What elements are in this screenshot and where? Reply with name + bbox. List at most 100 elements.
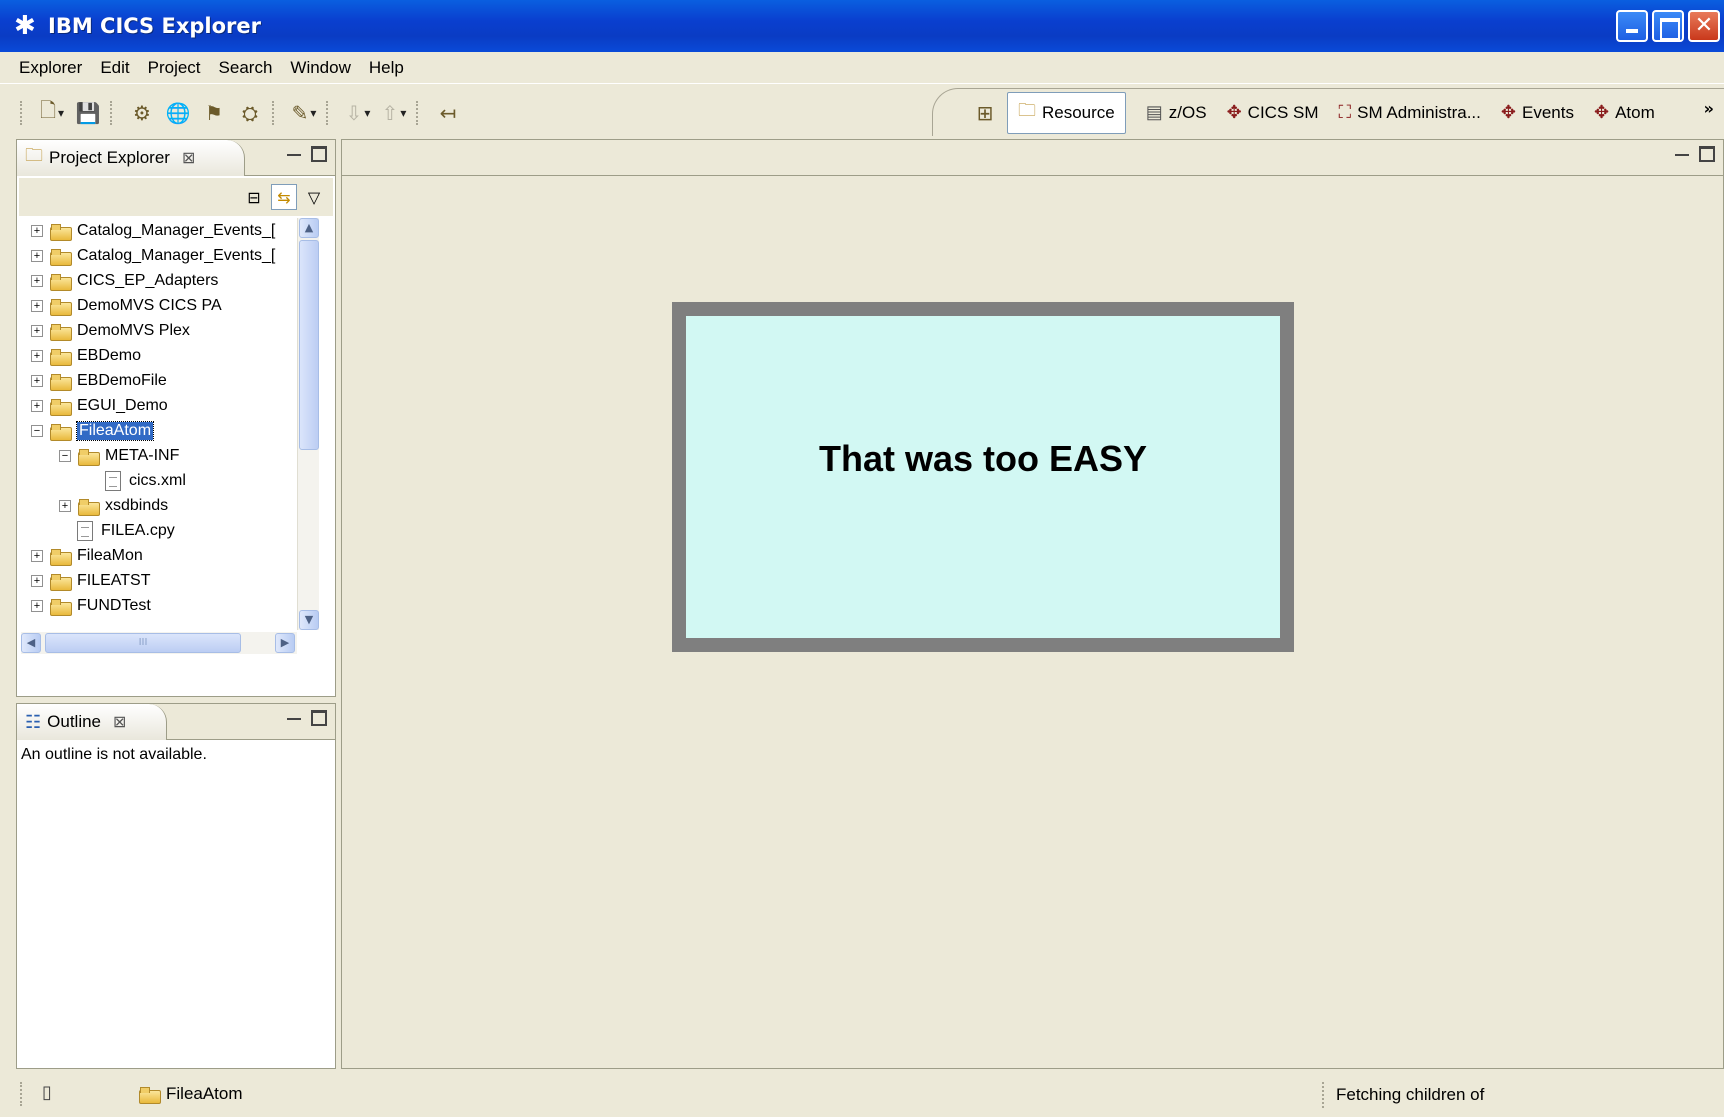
save-icon[interactable]: 💾 [74,99,102,127]
tree-item-label: DemoMVS Plex [77,321,190,339]
expand-icon[interactable]: + [31,249,43,262]
expand-icon[interactable]: + [31,374,43,387]
collapse-all-icon[interactable]: ⊟ [241,184,267,210]
close-icon[interactable]: ⊠ [182,148,195,168]
tree-folder-item[interactable]: + CICS_EP_Adapters [21,268,297,293]
editor-header [342,140,1723,176]
minimize-editor-icon[interactable] [1675,148,1689,156]
expand-icon[interactable]: + [31,599,43,612]
maximize-view-icon[interactable] [311,710,327,726]
perspective-zos[interactable]: ▤ z/OS [1146,102,1207,123]
menu-explorer[interactable]: Explorer [10,58,91,78]
expand-icon[interactable]: + [31,224,43,237]
last-edit-icon[interactable]: ↤ [434,99,462,127]
deploy-icon[interactable]: ⚑ [200,99,228,127]
menu-project[interactable]: Project [139,58,210,78]
toolbar-grip [272,101,276,125]
tab-project-explorer[interactable]: 🗀 Project Explorer ⊠ [17,140,245,176]
events-perspective-icon: ✥ [1500,102,1516,122]
perspective-label: z/OS [1168,102,1207,122]
perspective-atom[interactable]: ✥ Atom [1594,102,1655,123]
bundle-icon[interactable]: ⛭ [236,99,264,127]
perspective-switcher: ⊞ 🗀 Resource ▤ z/OS ✥ CICS SM ⛶ SM Admin… [932,88,1724,136]
tree-folder-item[interactable]: + FileaMon [21,543,297,568]
folder-icon [49,547,72,566]
menu-search[interactable]: Search [210,58,282,78]
status-bar: ▯ FileaAtom Fetching children of [0,1072,1724,1117]
expand-icon[interactable]: + [31,399,43,412]
link-with-editor-icon[interactable]: ⇆ [271,184,297,210]
tree-file-item[interactable]: FILEA.cpy [21,518,297,543]
globe-icon[interactable]: 🌐 [164,99,192,127]
minimize-button[interactable] [1616,10,1648,42]
tab-outline[interactable]: ☷ Outline ⊠ [17,704,167,740]
expand-icon[interactable]: + [31,349,43,362]
tree-folder-item[interactable]: − FileaAtom [21,418,297,443]
connection-icon[interactable]: ⚙ [128,99,156,127]
expand-icon[interactable]: + [31,299,43,312]
menu-bar: Explorer Edit Project Search Window Help [0,52,1724,84]
menu-edit[interactable]: Edit [91,58,138,78]
maximize-editor-icon[interactable] [1699,146,1715,162]
minimize-view-icon[interactable] [287,712,301,720]
tree-item-label: EGUI_Demo [77,396,168,414]
scroll-right-button[interactable]: ▶ [275,633,295,653]
tree-folder-item[interactable]: + EGUI_Demo [21,393,297,418]
tree-folder-item[interactable]: + EBDemoFile [21,368,297,393]
menu-window[interactable]: Window [281,58,359,78]
file-icon [77,520,93,541]
folder-icon [49,572,72,591]
tree-folder-item[interactable]: + DemoMVS Plex [21,318,297,343]
toolbar-grip [326,101,330,125]
folder-icon [49,597,72,616]
collapse-icon[interactable]: − [59,449,71,462]
close-icon[interactable]: ⊠ [113,712,126,732]
menu-help[interactable]: Help [360,58,413,78]
close-button[interactable]: ✕ [1688,10,1720,42]
scroll-down-button[interactable]: ▼ [299,610,319,630]
tree-folder-item[interactable]: + EBDemo [21,343,297,368]
horizontal-scrollbar[interactable]: ◀ III ▶ [21,632,297,654]
expand-icon[interactable]: + [31,574,43,587]
tree-folder-item[interactable]: − META-INF [21,443,297,468]
editor-area: That was too EASY [341,139,1724,1069]
scroll-left-button[interactable]: ◀ [21,633,41,653]
more-perspectives-icon[interactable]: » [1704,99,1714,118]
view-menu-icon[interactable]: ▽ [301,184,327,210]
vertical-scrollbar[interactable]: ▲ ▼ [297,218,319,630]
open-perspective-icon[interactable]: ⊞ [971,99,999,127]
callout-text: That was too EASY [818,438,1148,479]
tree-folder-item[interactable]: + Catalog_Manager_Events_[ [21,218,297,243]
maximize-button[interactable] [1652,10,1684,42]
project-explorer-view: 🗀 Project Explorer ⊠ ⊟ ⇆ ▽ + Catalog_Mana… [16,139,336,697]
previous-annotation-icon[interactable]: ⇧ [380,99,408,127]
expand-icon[interactable]: + [31,274,43,287]
minimize-view-icon[interactable] [287,148,301,156]
tree-item-label: FileaAtom [75,420,155,441]
tree-file-item[interactable]: cics.xml [21,468,297,493]
new-icon[interactable]: 🗋 [38,98,66,127]
tree-folder-item[interactable]: + DemoMVS CICS PA [21,293,297,318]
maximize-view-icon[interactable] [311,146,327,162]
perspective-sm-admin[interactable]: ⛶ SM Administra... [1339,102,1481,123]
fast-view-icon[interactable]: ▯ [42,1082,52,1103]
scroll-thumb[interactable]: III [45,633,241,653]
perspective-events[interactable]: ✥ Events [1501,102,1574,123]
folder-icon [77,497,100,516]
expand-icon[interactable]: + [31,549,43,562]
tree-folder-item[interactable]: + FUNDTest [21,593,297,618]
status-selection: FileaAtom [138,1084,243,1104]
tree-folder-item[interactable]: + xsdbinds [21,493,297,518]
scroll-thumb[interactable] [299,240,319,450]
perspective-resource[interactable]: 🗀 Resource [1007,91,1126,134]
scroll-up-button[interactable]: ▲ [299,218,319,238]
expand-icon[interactable]: + [59,499,71,512]
tree-folder-item[interactable]: + Catalog_Manager_Events_[ [21,243,297,268]
expand-icon[interactable]: + [31,324,43,337]
tree-item-label: META-INF [105,446,180,464]
collapse-icon[interactable]: − [31,424,43,437]
wand-icon[interactable]: ✎ [290,99,318,127]
perspective-cics-sm[interactable]: ✥ CICS SM [1227,102,1319,123]
next-annotation-icon[interactable]: ⇩ [344,99,372,127]
tree-folder-item[interactable]: + FILEATST [21,568,297,593]
